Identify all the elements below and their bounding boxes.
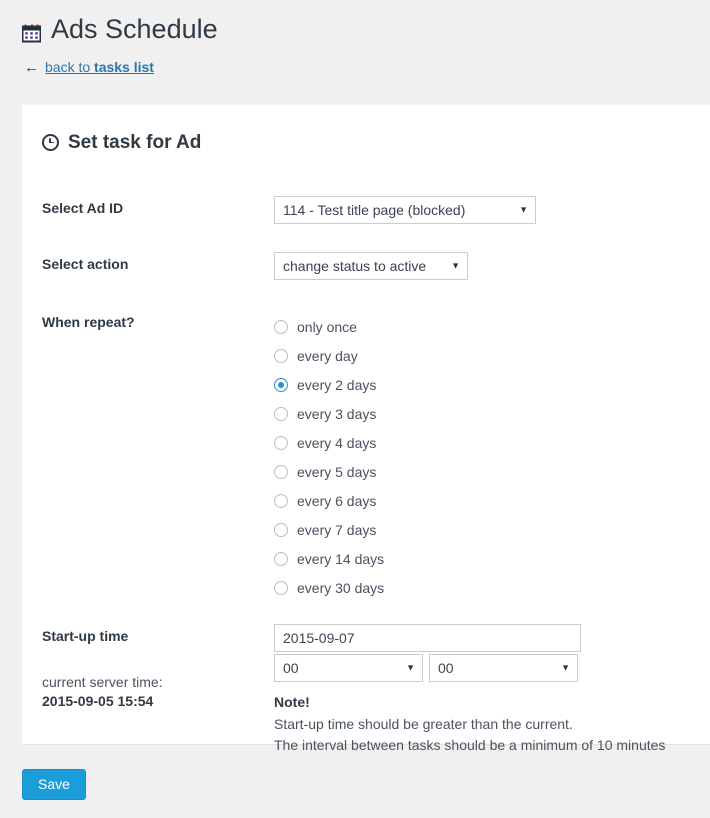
radio-label: only once: [297, 318, 357, 335]
select-ad-id[interactable]: 114 - Test title page (blocked) ▼: [274, 196, 536, 224]
radio-option-every-14-days[interactable]: every 14 days: [274, 544, 688, 573]
radio-option-every-7-days[interactable]: every 7 days: [274, 515, 688, 544]
radio-mark: [274, 435, 288, 450]
clock-icon: [42, 134, 59, 151]
radio-label: every day: [297, 347, 358, 364]
label-startup-time: Start-up time: [42, 628, 129, 644]
arrow-left-icon: ←: [24, 58, 39, 76]
radio-mark: [274, 580, 288, 595]
radio-mark: [274, 493, 288, 508]
breadcrumb: ← back to tasks list: [22, 59, 710, 75]
select-hour-value: 00: [283, 660, 299, 676]
form-row-repeat: When repeat? only once every day every 2…: [42, 310, 688, 602]
form-row-action: Select action change status to active ▼: [42, 252, 688, 280]
select-minute-value: 00: [438, 660, 454, 676]
label-when-repeat: When repeat?: [42, 314, 135, 330]
select-ad-id-value: 114 - Test title page (blocked): [283, 202, 466, 218]
radio-label: every 2 days: [297, 376, 377, 393]
radio-mark: [274, 319, 288, 334]
radio-label: every 4 days: [297, 434, 377, 451]
select-hour[interactable]: 00 ▼: [274, 654, 423, 682]
radio-option-every-6-days[interactable]: every 6 days: [274, 486, 688, 515]
form-row-ad-id: Select Ad ID 114 - Test title page (bloc…: [42, 196, 688, 224]
note-line-2: The interval between tasks should be a m…: [274, 737, 666, 753]
calendar-icon: [21, 21, 42, 43]
note-title: Note!: [274, 694, 310, 710]
select-minute[interactable]: 00 ▼: [429, 654, 578, 682]
startup-date-input[interactable]: [274, 624, 581, 652]
server-time-label: current server time:: [42, 674, 163, 690]
select-action[interactable]: change status to active ▼: [274, 252, 468, 280]
form-row-startup-time: Start-up time current server time: 2015-…: [42, 624, 688, 756]
radio-label: every 5 days: [297, 463, 377, 480]
chevron-down-icon: ▼: [561, 662, 570, 673]
radio-mark: [274, 377, 288, 392]
back-link-strong: tasks list: [94, 59, 154, 75]
note-line-1: Start-up time should be greater than the…: [274, 716, 573, 732]
repeat-radio-group: only once every day every 2 days every 3…: [274, 310, 688, 602]
radio-option-only-once[interactable]: only once: [274, 312, 688, 341]
radio-option-every-30-days[interactable]: every 30 days: [274, 573, 688, 602]
select-action-value: change status to active: [283, 258, 427, 274]
radio-label: every 6 days: [297, 492, 377, 509]
radio-option-every-2-days[interactable]: every 2 days: [274, 370, 688, 399]
page-title-text: Ads Schedule: [51, 14, 218, 44]
page-title: Ads Schedule: [21, 14, 710, 44]
back-link-prefix: back to: [45, 59, 95, 75]
radio-label: every 30 days: [297, 579, 385, 596]
radio-option-every-day[interactable]: every day: [274, 341, 688, 370]
time-select-group: 00 ▼ 00 ▼: [274, 654, 688, 682]
panel-title: Set task for Ad: [42, 133, 688, 152]
server-time-value: 2015-09-05 15:54: [42, 693, 154, 709]
back-to-tasks-list-link[interactable]: back to tasks list: [45, 59, 154, 75]
radio-label: every 3 days: [297, 405, 377, 422]
label-select-action: Select action: [42, 256, 129, 272]
radio-label: every 14 days: [297, 550, 385, 567]
chevron-down-icon: ▼: [451, 260, 460, 271]
radio-mark: [274, 406, 288, 421]
radio-label: every 7 days: [297, 521, 377, 538]
radio-mark: [274, 522, 288, 537]
radio-mark: [274, 551, 288, 566]
radio-option-every-3-days[interactable]: every 3 days: [274, 399, 688, 428]
panel-title-text: Set task for Ad: [68, 132, 202, 153]
radio-option-every-4-days[interactable]: every 4 days: [274, 428, 688, 457]
task-form-panel: Set task for Ad Select Ad ID 114 - Test …: [22, 105, 710, 753]
label-select-ad-id: Select Ad ID: [42, 200, 124, 216]
chevron-down-icon: ▼: [406, 662, 415, 673]
page-header: Ads Schedule ← back to tasks list: [0, 0, 710, 105]
chevron-down-icon: ▼: [519, 204, 528, 215]
radio-mark: [274, 348, 288, 363]
radio-mark: [274, 464, 288, 479]
save-button[interactable]: Save: [22, 769, 86, 801]
radio-option-every-5-days[interactable]: every 5 days: [274, 457, 688, 486]
